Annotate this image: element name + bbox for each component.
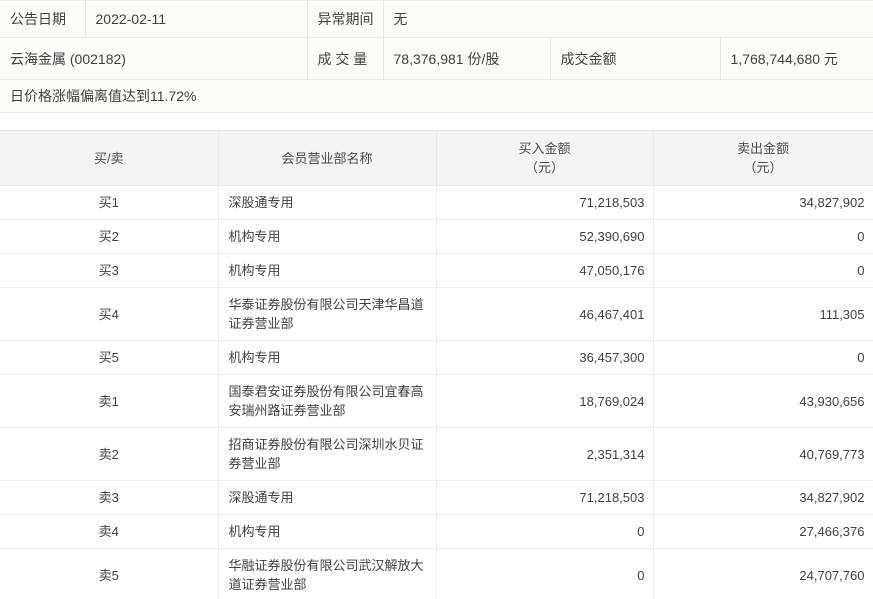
col-header-sell-sub: （元） <box>743 160 783 175</box>
cell-rank: 卖5 <box>0 548 219 599</box>
abnormal-period-value: 无 <box>383 0 873 38</box>
announce-date-value: 2022-02-11 <box>85 0 308 38</box>
cell-branch: 华融证券股份有限公司武汉解放大道证券营业部 <box>218 548 437 599</box>
col-header-buy-label: 买入金额 <box>518 141 571 156</box>
cell-sell: 0 <box>653 253 873 288</box>
cell-rank: 买5 <box>0 340 219 375</box>
cell-branch: 机构专用 <box>218 219 437 254</box>
lhb-detail-page: 公告日期 2022-02-11 异常期间 无 云海金属 (002182) 成 交… <box>0 0 873 599</box>
cell-branch: 国泰君安证券股份有限公司宜春高安瑞州路证券营业部 <box>218 374 437 428</box>
cell-buy: 0 <box>436 548 654 599</box>
abnormal-period-label: 异常期间 <box>307 0 384 38</box>
table-row: 买4 华泰证券股份有限公司天津华昌道证券营业部 46,467,401 111,305 <box>0 287 873 341</box>
cell-buy: 47,050,176 <box>436 253 654 288</box>
cell-sell: 0 <box>653 340 873 375</box>
cell-branch: 深股通专用 <box>218 185 437 220</box>
col-header-buy: 买入金额 （元） <box>436 130 654 186</box>
summary-row-date: 公告日期 2022-02-11 异常期间 无 <box>0 0 873 38</box>
volume-value: 78,376,981 份/股 <box>383 37 551 80</box>
cell-sell: 0 <box>653 219 873 254</box>
cell-sell: 34,827,902 <box>653 185 873 220</box>
cell-buy: 46,467,401 <box>436 287 654 341</box>
col-header-rank: 买/卖 <box>0 130 219 186</box>
cell-rank: 卖1 <box>0 374 219 428</box>
cell-buy: 52,390,690 <box>436 219 654 254</box>
col-header-buy-sub: （元） <box>524 160 564 175</box>
cell-sell: 24,707,760 <box>653 548 873 599</box>
cell-rank: 卖4 <box>0 514 219 549</box>
section-spacer <box>0 113 873 130</box>
col-header-sell-label: 卖出金额 <box>736 141 789 156</box>
volume-label: 成 交 量 <box>307 37 384 80</box>
cell-sell: 111,305 <box>653 287 873 341</box>
cell-branch: 机构专用 <box>218 340 437 375</box>
cell-rank: 买3 <box>0 253 219 288</box>
table-row: 卖4 机构专用 0 27,466,376 <box>0 514 873 549</box>
broker-table: 买/卖 会员营业部名称 买入金额 （元） 卖出金额 （元） 买1 深股通专用 71,… <box>0 130 873 599</box>
cell-buy: 71,218,503 <box>436 480 654 515</box>
cell-buy: 0 <box>436 514 654 549</box>
col-header-sell: 卖出金额 （元） <box>653 130 873 186</box>
cell-buy: 36,457,300 <box>436 340 654 375</box>
table-row: 买1 深股通专用 71,218,503 34,827,902 <box>0 185 873 220</box>
table-row: 卖3 深股通专用 71,218,503 34,827,902 <box>0 480 873 515</box>
cell-branch: 深股通专用 <box>218 480 437 515</box>
summary-row-reason: 日价格涨幅偏离值达到11.72% <box>0 79 873 113</box>
col-header-branch: 会员营业部名称 <box>218 130 437 186</box>
cell-sell: 40,769,773 <box>653 427 873 481</box>
cell-rank: 卖3 <box>0 480 219 515</box>
listing-reason: 日价格涨幅偏离值达到11.72% <box>0 79 873 113</box>
summary-row-stock: 云海金属 (002182) 成 交 量 78,376,981 份/股 成交金额 … <box>0 37 873 80</box>
table-row: 卖1 国泰君安证券股份有限公司宜春高安瑞州路证券营业部 18,769,024 43,9… <box>0 374 873 428</box>
table-row: 买2 机构专用 52,390,690 0 <box>0 219 873 254</box>
cell-buy: 18,769,024 <box>436 374 654 428</box>
stock-name: 云海金属 (002182) <box>0 37 308 80</box>
cell-buy: 2,351,314 <box>436 427 654 481</box>
announce-date-label: 公告日期 <box>0 0 86 38</box>
cell-branch: 华泰证券股份有限公司天津华昌道证券营业部 <box>218 287 437 341</box>
cell-branch: 机构专用 <box>218 253 437 288</box>
cell-sell: 43,930,656 <box>653 374 873 428</box>
summary-table: 公告日期 2022-02-11 异常期间 无 云海金属 (002182) 成 交… <box>0 0 873 113</box>
turnover-value: 1,768,744,680 元 <box>720 37 873 80</box>
col-header-rank-label: 买/卖 <box>93 150 124 166</box>
cell-sell: 27,466,376 <box>653 514 873 549</box>
cell-branch: 机构专用 <box>218 514 437 549</box>
cell-branch: 招商证券股份有限公司深圳水贝证券营业部 <box>218 427 437 481</box>
cell-rank: 买1 <box>0 185 219 220</box>
table-row: 卖2 招商证券股份有限公司深圳水贝证券营业部 2,351,314 40,769,773 <box>0 427 873 481</box>
table-row: 卖5 华融证券股份有限公司武汉解放大道证券营业部 0 24,707,760 <box>0 548 873 599</box>
table-row: 买5 机构专用 36,457,300 0 <box>0 340 873 375</box>
cell-sell: 34,827,902 <box>653 480 873 515</box>
table-body: 买1 深股通专用 71,218,503 34,827,902 买2 机构专用 52,390,… <box>0 185 873 599</box>
cell-buy: 71,218,503 <box>436 185 654 220</box>
table-row: 买3 机构专用 47,050,176 0 <box>0 253 873 288</box>
cell-rank: 卖2 <box>0 427 219 481</box>
turnover-label: 成交金额 <box>550 37 721 80</box>
cell-rank: 买4 <box>0 287 219 341</box>
col-header-branch-label: 会员营业部名称 <box>281 150 373 166</box>
broker-table-header: 买/卖 会员营业部名称 买入金额 （元） 卖出金额 （元） <box>0 130 873 186</box>
cell-rank: 买2 <box>0 219 219 254</box>
